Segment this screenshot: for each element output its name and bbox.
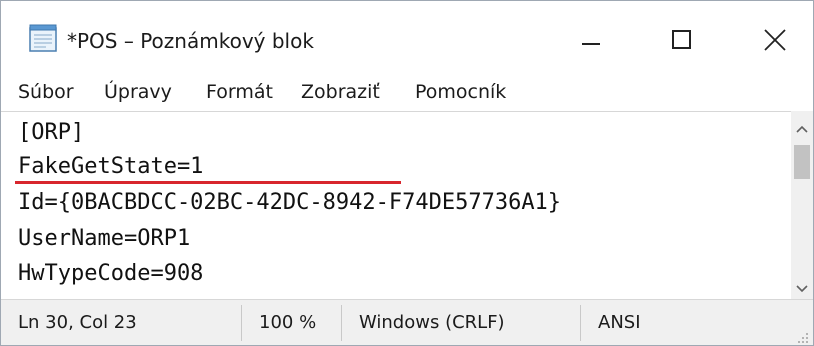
menu-zobrazit[interactable]: Zobraziť [301, 81, 380, 109]
scrollbar-thumb[interactable] [794, 145, 810, 179]
status-divider [241, 305, 242, 341]
menu-format[interactable]: Formát [206, 81, 273, 109]
minimize-button[interactable] [538, 1, 630, 75]
window-title: *POS – Poznámkový blok [67, 29, 314, 53]
notepad-icon [28, 23, 62, 53]
status-divider [580, 305, 581, 341]
menu-pomocnik[interactable]: Pomocník [415, 81, 506, 109]
minimize-icon [582, 43, 600, 45]
menu-bar: Súbor Úpravy Formát Zobraziť Pomocník [1, 75, 813, 111]
maximize-icon [672, 30, 691, 49]
notepad-window: *POS – Poznámkový blok Súbor Úpravy Form… [0, 0, 814, 346]
title-bar[interactable]: *POS – Poznámkový blok [1, 1, 813, 75]
status-zoom: 100 % [259, 312, 317, 333]
editor-line: FakeGetState=1 [18, 154, 204, 179]
editor-line: Id={0BACBDCC-02BC-42DC-8942-F74DE57736A1… [18, 190, 562, 215]
editor-line: [ORP] [18, 120, 85, 145]
maximize-button[interactable] [631, 1, 723, 75]
close-button[interactable] [723, 1, 813, 75]
scroll-down-arrow-icon[interactable] [795, 279, 809, 293]
vertical-scrollbar[interactable] [791, 111, 813, 299]
editor-line: HwTypeCode=908 [18, 261, 204, 286]
status-encoding: ANSI [598, 312, 641, 333]
close-icon [763, 28, 787, 52]
status-line-ending: Windows (CRLF) [359, 312, 505, 333]
status-bar: Ln 30, Col 23 100 % Windows (CRLF) ANSI [1, 299, 813, 345]
resize-grip-icon[interactable] [796, 330, 810, 344]
status-cursor-position: Ln 30, Col 23 [18, 312, 137, 333]
menu-subor[interactable]: Súbor [18, 81, 74, 109]
menu-upravy[interactable]: Úpravy [104, 81, 172, 109]
status-divider [341, 305, 342, 341]
red-underline-annotation [15, 181, 401, 184]
text-editor[interactable]: [ORP] FakeGetState=1 Id={0BACBDCC-02BC-4… [1, 111, 791, 299]
editor-line: UserName=ORP1 [18, 226, 191, 251]
scroll-up-arrow-icon[interactable] [795, 119, 809, 133]
